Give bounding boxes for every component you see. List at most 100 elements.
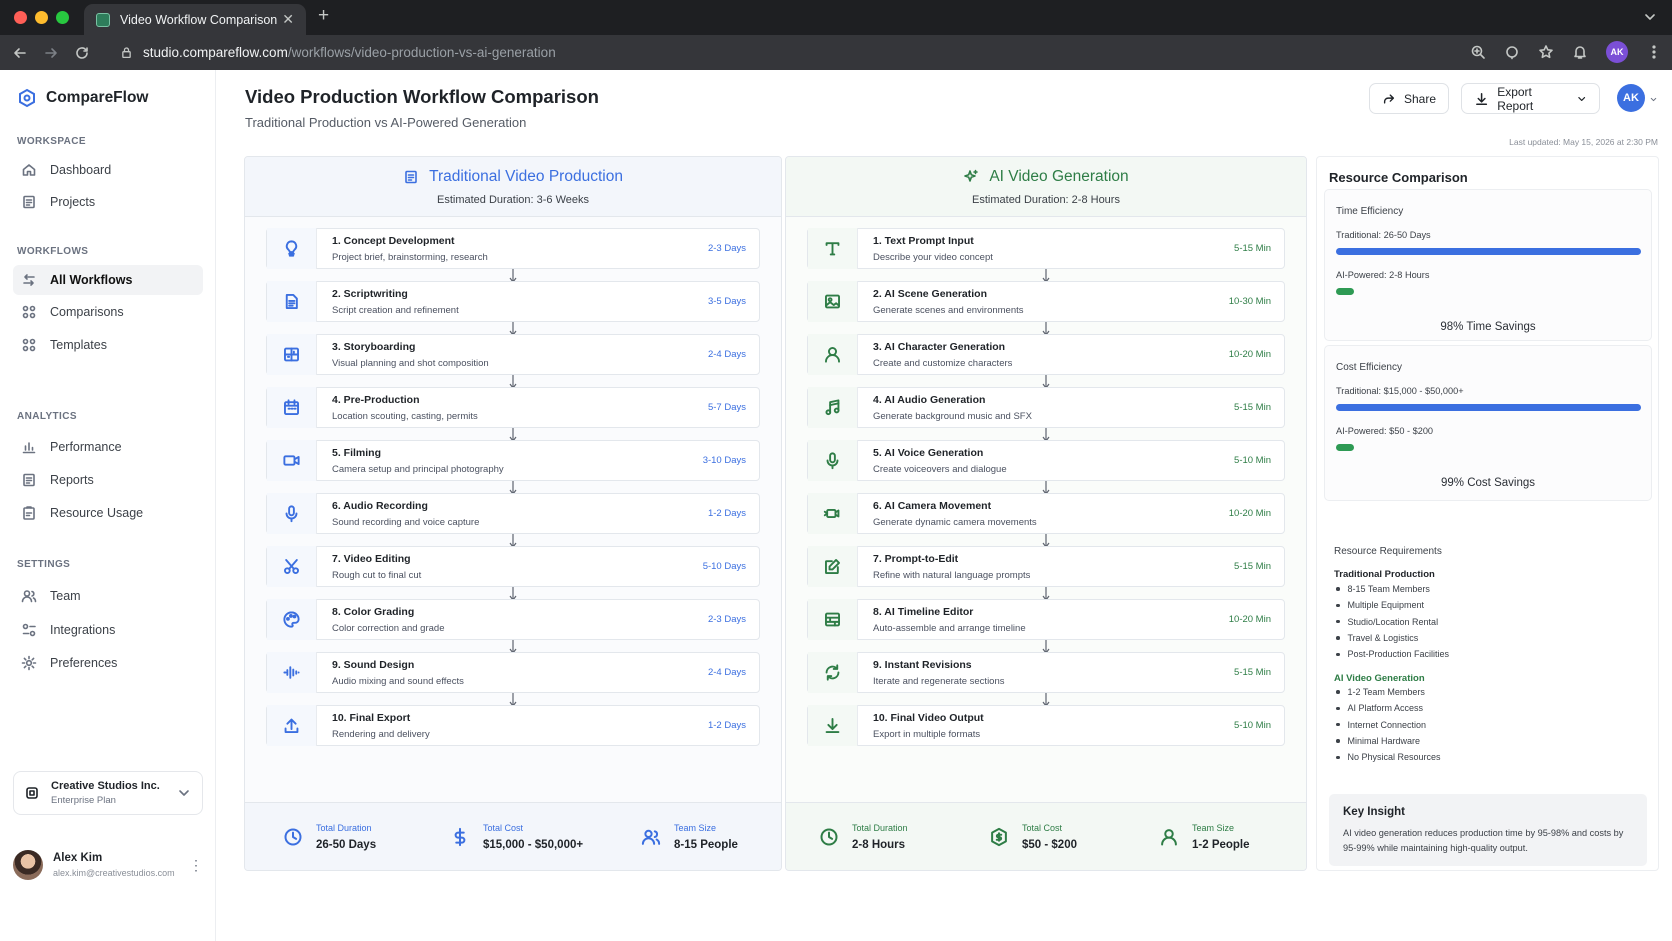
step-icon-box [808,599,858,640]
address-row: studio.compareflow.com/workflows/video-p… [0,35,1672,70]
summary-label: Total Duration [852,822,908,833]
step-duration: 3-10 Days [702,455,746,466]
sidebar-item-preferences[interactable]: Preferences [13,648,203,678]
account-avatar[interactable]: AK [1617,84,1645,112]
timeline-icon [825,612,840,627]
section-title-analytics: ANALYTICS [17,411,77,422]
file-icon [23,195,35,209]
sidebar-item-comparisons[interactable]: Comparisons [13,297,203,327]
step-description: Refine with natural language prompts [873,569,1031,581]
step-name: 1. Text Prompt Input [873,234,974,247]
workflow-step[interactable]: 1. Text Prompt Input Describe your video … [807,228,1285,269]
step-text: 10. Final Video Output Export in multiple… [858,712,1234,740]
workflow-step[interactable]: 5. AI Voice Generation Create voiceovers … [807,440,1285,481]
sidebar-item-performance[interactable]: Performance [13,432,203,462]
share-button[interactable]: Share [1369,83,1449,114]
tab-menu-chevron-icon[interactable] [1642,9,1658,25]
share-label: Share [1403,91,1436,106]
sidebar-item-reports[interactable]: Reports [13,465,203,495]
export-report-button[interactable]: Export Report [1461,83,1600,114]
new-tab-button[interactable]: + [318,5,329,27]
workflow-step[interactable]: 9. Instant Revisions Iterate and regenera… [807,652,1285,693]
cost-traditional-text: Traditional: $15,000 - $50,000+ [1336,386,1464,396]
edit-icon [825,559,840,574]
workflow-step[interactable]: 8. Color Grading Color correction and gra… [266,599,760,640]
requirement-item: Travel & Logistics [1334,630,1449,646]
brand[interactable]: CompareFlow [17,88,148,108]
step-duration: 5-15 Min [1234,561,1271,572]
org-plan: Enterprise Plan [51,795,116,806]
workflow-step[interactable]: 7. Video Editing Rough cut to final cut 5-… [266,546,760,587]
workflow-step[interactable]: 6. AI Camera Movement Generate dynamic ca… [807,493,1285,534]
workflow-step[interactable]: 3. Storyboarding Visual planning and shot… [266,334,760,375]
key-insight-card: Key Insight AI video generation reduces … [1329,794,1647,866]
bookmark-star-icon[interactable] [1538,44,1554,60]
workflow-step[interactable]: 5. Filming Camera setup and principal pho… [266,440,760,481]
sidebar-item-templates[interactable]: Templates [13,330,203,360]
workflow-step[interactable]: 7. Prompt-to-Edit Refine with natural lan… [807,546,1285,587]
lens-icon[interactable] [1504,44,1520,60]
maximize-window-button[interactable] [56,11,69,24]
page-subtitle: Traditional Production vs AI-Powered Gen… [245,115,527,130]
workflow-step[interactable]: 10. Final Video Output Export in multiple… [807,705,1285,746]
step-description: Audio mixing and sound effects [332,675,464,687]
sidebar-item-dashboard[interactable]: Dashboard [13,155,203,185]
summary-label: Total Duration [316,822,372,833]
step-description: Location scouting, casting, permits [332,410,478,422]
organization-switcher[interactable]: Creative Studios Inc. Enterprise Plan [13,771,203,815]
notification-bell-icon[interactable] [1572,44,1588,60]
close-window-button[interactable] [14,11,27,24]
workflow-step[interactable]: 1. Concept Development Project brief, bra… [266,228,760,269]
workflow-step[interactable]: 9. Sound Design Audio mixing and sound ef… [266,652,760,693]
step-icon-box [808,652,858,693]
resource-comparison-title: Resource Comparison [1329,170,1468,185]
workflow-step[interactable]: 10. Final Export Rendering and delivery 1-… [266,705,760,746]
sidebar-item-resource-usage[interactable]: Resource Usage [13,498,203,528]
step-duration: 1-2 Days [707,720,746,731]
workflow-step[interactable]: 2. Scriptwriting Script creation and refi… [266,281,760,322]
summary-value: 2-8 Hours [852,838,906,851]
sidebar-item-integrations[interactable]: Integrations [13,615,203,645]
back-arrow-icon[interactable] [9,42,31,64]
step-name: 5. Filming [332,446,382,459]
upload-icon [284,718,299,733]
zoom-icon[interactable] [1470,44,1486,60]
workflow-step[interactable]: 8. AI Timeline Editor Auto-assemble and a… [807,599,1285,640]
tab-close-icon[interactable]: ✕ [282,11,294,28]
sidebar-item-label: Dashboard [50,163,112,177]
browser-profile-avatar[interactable]: AK [1606,41,1628,63]
chevron-down-icon[interactable] [1649,95,1658,104]
browser-menu-icon[interactable] [1646,44,1662,60]
sidebar-item-team[interactable]: Team [13,581,203,611]
minimize-window-button[interactable] [35,11,48,24]
step-name: 1. Concept Development [332,234,455,247]
url-host: studio.compareflow.com [143,45,288,60]
step-icon-box [808,546,858,587]
summary-label: Total Cost [1022,822,1063,833]
step-name: 9. Sound Design [332,658,415,671]
forward-arrow-icon[interactable] [40,42,62,64]
workflow-step[interactable]: 4. AI Audio Generation Generate backgroun… [807,387,1285,428]
traditional-title: Traditional Video Production [429,167,623,185]
step-duration: 10-20 Min [1228,508,1271,519]
sidebar-item-all-workflows[interactable]: All Workflows [13,265,203,295]
requirement-item: Multiple Equipment [1334,597,1449,613]
clipboard-icon [23,506,35,520]
workflow-step[interactable]: 3. AI Character Generation Create and cus… [807,334,1285,375]
more-vertical-icon[interactable]: ⋮ [189,857,203,874]
user-profile[interactable]: Alex Kim alex.kim@creativestudios.com ⋮ [13,850,203,880]
browser-tab[interactable]: Video Workflow Comparison ✕ [84,4,306,35]
step-description: Rendering and delivery [332,728,430,740]
step-name: 3. AI Character Generation [873,340,1006,353]
workflow-step[interactable]: 4. Pre-Production Location scouting, cast… [266,387,760,428]
summary-value: 26-50 Days [316,838,377,851]
workflow-step[interactable]: 6. Audio Recording Sound recording and vo… [266,493,760,534]
summary-value: $50 - $200 [1022,838,1077,851]
requirement-item: 1-2 Team Members [1334,684,1441,700]
sidebar-item-projects[interactable]: Projects [13,187,203,217]
reload-icon[interactable] [71,42,93,64]
workflow-step[interactable]: 2. AI Scene Generation Generate scenes an… [807,281,1285,322]
waveform-icon [283,666,300,679]
building-icon [26,787,38,799]
address-bar[interactable]: studio.compareflow.com/workflows/video-p… [120,35,556,70]
